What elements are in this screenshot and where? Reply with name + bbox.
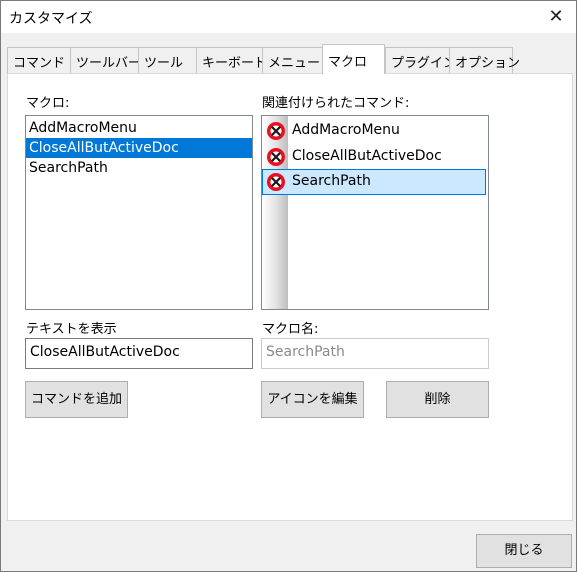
list-item-selected[interactable]: SearchPath [262, 169, 486, 195]
commands-label: 関連付けられたコマンド: [262, 96, 410, 111]
macros-listbox[interactable]: AddMacroMenu CloseAllButActiveDoc Search… [25, 115, 253, 310]
macro-name-input: SearchPath [261, 338, 489, 369]
list-item-selected[interactable]: CloseAllButActiveDoc [26, 138, 252, 158]
command-label: CloseAllButActiveDoc [292, 148, 442, 164]
delete-button[interactable]: 削除 [386, 381, 489, 418]
tab-options[interactable]: オプション [449, 47, 520, 73]
close-icon[interactable]: ✕ [544, 5, 568, 29]
close-button[interactable]: 閉じる [476, 534, 572, 568]
macros-label: マクロ: [26, 96, 70, 111]
tab-macros[interactable]: マクロ [322, 44, 385, 74]
tab-plugins[interactable]: プラグイン [385, 47, 456, 73]
list-item[interactable]: AddMacroMenu [262, 118, 486, 144]
dialog-title: カスタマイズ [9, 11, 93, 27]
display-text-label: テキストを表示 [26, 322, 117, 337]
title-bar: カスタマイズ ✕ [1, 1, 576, 33]
command-label: SearchPath [292, 173, 371, 189]
tab-menu[interactable]: メニュー [262, 47, 323, 73]
tab-toolbars[interactable]: ツールバー [70, 47, 141, 73]
macro-x-icon [267, 122, 285, 140]
macro-x-icon [267, 148, 285, 166]
customize-dialog: カスタマイズ ✕ コマンド ツールバー ツール キーボード メニュー マクロ プ… [0, 0, 577, 572]
tab-commands[interactable]: コマンド [7, 47, 71, 73]
tab-strip: コマンド ツールバー ツール キーボード メニュー マクロ プラグイン オプショ… [7, 44, 571, 74]
list-item[interactable]: SearchPath [26, 158, 252, 178]
commands-listbox[interactable]: AddMacroMenu CloseAllButActiveDoc Search… [261, 115, 489, 310]
tab-tools[interactable]: ツール [138, 47, 197, 73]
edit-icon-button[interactable]: アイコンを編集 [261, 381, 364, 418]
list-item[interactable]: CloseAllButActiveDoc [262, 144, 486, 170]
add-command-button[interactable]: コマンドを追加 [25, 381, 128, 418]
display-text-input[interactable]: CloseAllButActiveDoc [25, 338, 253, 369]
macro-name-label: マクロ名: [262, 322, 319, 337]
tab-keyboard[interactable]: キーボード [196, 47, 267, 73]
list-item[interactable]: AddMacroMenu [26, 118, 252, 138]
macro-x-icon [267, 173, 285, 191]
command-label: AddMacroMenu [292, 122, 400, 138]
